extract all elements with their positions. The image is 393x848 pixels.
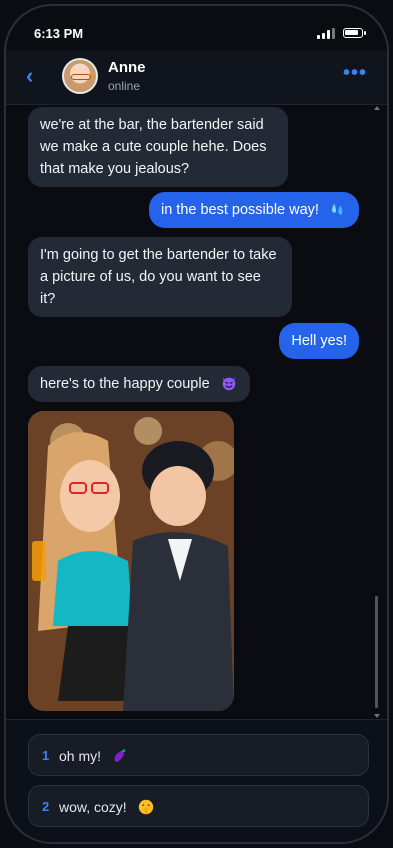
signal-icon	[317, 28, 335, 39]
reply-option-1[interactable]: 1 oh my!	[28, 734, 369, 776]
option-label: wow, cozy!	[59, 799, 127, 815]
back-chevron-icon[interactable]: ‹	[26, 65, 33, 87]
message-text: in the best possible way!	[160, 202, 319, 218]
scroll-down-arrow-icon[interactable]	[374, 714, 380, 718]
shushing-face-icon	[138, 799, 153, 815]
message-text: I'm going to get the bartender to take a…	[40, 247, 277, 307]
more-dots-icon[interactable]: •••	[343, 63, 367, 83]
couple-photo[interactable]	[28, 411, 234, 711]
status-time: 6:13 PM	[34, 26, 84, 41]
contact-name: Anne	[108, 59, 146, 76]
option-text: oh my!	[59, 747, 129, 765]
option-number: 2	[42, 799, 50, 814]
couple-photo-illustration	[28, 411, 234, 711]
message-outgoing: in the best possible way!	[148, 192, 359, 228]
smiling-devil-icon	[222, 376, 235, 391]
option-label: oh my!	[59, 748, 102, 764]
avatar[interactable]	[62, 58, 98, 94]
message-incoming: we're at the bar, the bartender said we …	[28, 107, 288, 187]
message-text: here's to the happy couple	[40, 376, 210, 392]
message-text: Hell yes!	[291, 333, 347, 349]
status-bar: 6:13 PM	[6, 6, 387, 50]
battery-icon	[343, 28, 366, 38]
chat-header: ‹ Anne online •••	[6, 50, 387, 105]
presence-status: online	[108, 79, 141, 93]
sweat-droplets-icon	[331, 203, 343, 215]
eggplant-icon	[114, 748, 126, 762]
scrollbar-thumb[interactable]	[375, 596, 378, 708]
phone-frame: 6:13 PM ‹ Anne online ••• we're at the b…	[4, 4, 389, 844]
message-outgoing: Hell yes!	[279, 323, 359, 359]
message-list[interactable]: we're at the bar, the bartender said we …	[6, 105, 387, 719]
reply-options: 1 oh my! 2 wow, cozy!	[6, 719, 387, 842]
option-text: wow, cozy!	[59, 798, 155, 816]
message-text: we're at the bar, the bartender said we …	[40, 117, 267, 177]
scroll-up-arrow-icon[interactable]	[374, 106, 380, 110]
option-number: 1	[42, 748, 50, 763]
message-incoming: I'm going to get the bartender to take a…	[28, 237, 292, 317]
message-incoming: here's to the happy couple	[28, 366, 250, 402]
reply-option-2[interactable]: 2 wow, cozy!	[28, 785, 369, 827]
